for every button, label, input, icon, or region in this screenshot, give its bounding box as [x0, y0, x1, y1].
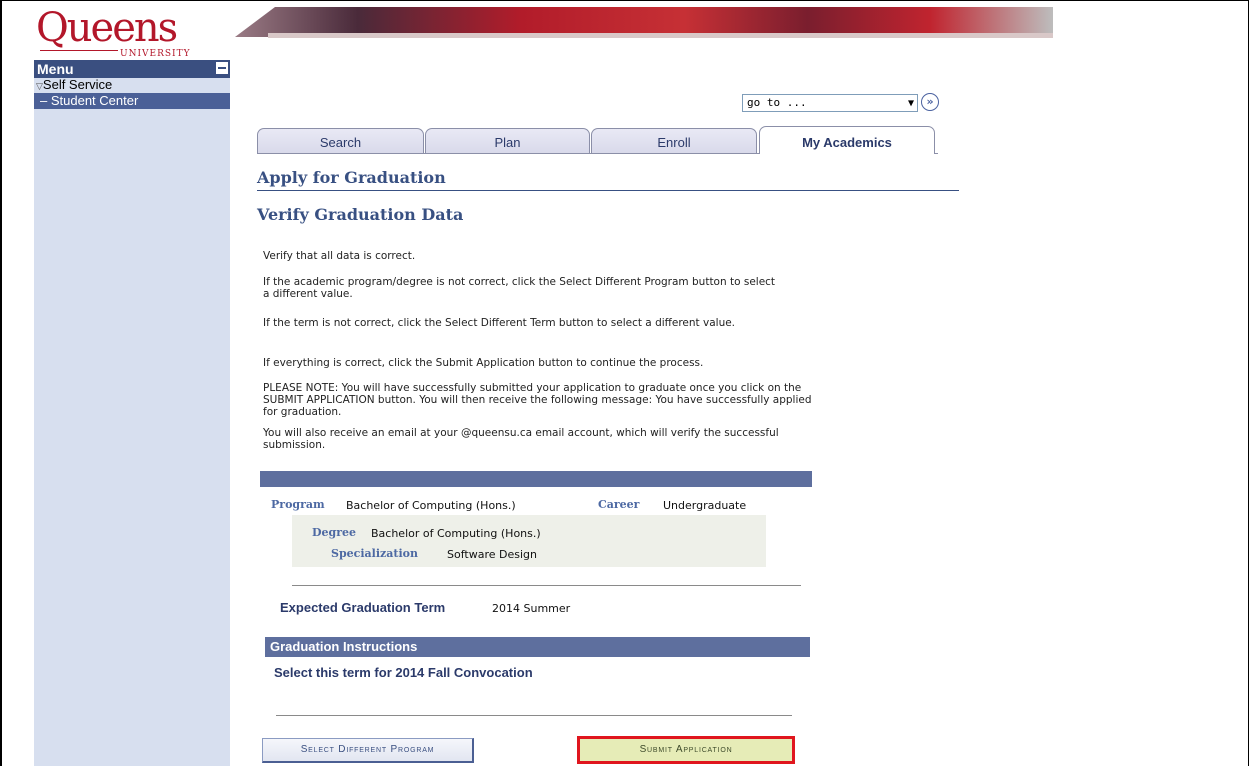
menu-title: Menu — [37, 61, 74, 77]
menu-item-label: Student Center — [50, 93, 139, 108]
goto-select[interactable]: go to ... ▼ — [742, 94, 918, 112]
specialization-value: Software Design — [447, 548, 537, 561]
logo-subtitle: UNIVERSITY — [120, 49, 191, 59]
goto-value: go to ... — [747, 96, 807, 109]
menu-section-self-service[interactable]: ▽Self Service — [34, 78, 230, 93]
select-different-program-button[interactable]: Select Different Program — [262, 738, 474, 763]
title-divider — [257, 190, 959, 191]
page-subtitle: Verify Graduation Data — [257, 205, 464, 224]
banner-stripe — [268, 33, 1053, 38]
divider — [292, 585, 801, 586]
divider — [276, 715, 792, 716]
specialization-label: Specialization — [331, 547, 418, 560]
queens-logo[interactable]: Queens UNIVERSITY — [30, 6, 200, 60]
instruction-submit: If everything is correct, click the Subm… — [263, 357, 704, 369]
degree-label: Degree — [312, 526, 357, 539]
tab-baseline — [257, 153, 759, 154]
logo-rule — [40, 50, 118, 51]
please-note-text: PLEASE NOTE: You will have successfully … — [263, 382, 812, 418]
instruction-term: If the term is not correct, click the Se… — [263, 317, 736, 329]
program-label: Program — [271, 498, 325, 511]
graduation-instructions-header: Graduation Instructions — [265, 637, 810, 657]
goto-button[interactable]: » — [921, 93, 939, 111]
graduation-instructions-text: Select this term for 2014 Fall Convocati… — [274, 665, 533, 680]
degree-value: Bachelor of Computing (Hons.) — [371, 527, 541, 540]
career-value: Undergraduate — [663, 499, 747, 512]
dropdown-arrow-icon: ▼ — [907, 98, 914, 109]
menu-section-label: Self Service — [42, 77, 113, 92]
sidebar-menu: Menu ▽Self Service – Student Center — [34, 60, 230, 766]
career-label: Career — [598, 498, 640, 511]
email-note-text: You will also receive an email at your @… — [263, 427, 779, 451]
graduation-term-label: Expected Graduation Term — [280, 600, 446, 615]
program-value: Bachelor of Computing (Hons.) — [346, 499, 516, 512]
tab-baseline-right — [934, 153, 938, 154]
collapse-icon[interactable] — [216, 62, 228, 74]
tab-enroll[interactable]: Enroll — [591, 128, 757, 154]
instruction-verify: Verify that all data is correct. — [263, 250, 416, 262]
menu-item-dash: – — [40, 93, 51, 108]
submit-application-button[interactable]: Submit Application — [577, 736, 795, 764]
logo-wordmark: Queens — [36, 5, 178, 51]
expand-triangle-icon: ▽ — [36, 81, 43, 91]
graduation-term-value: 2014 Summer — [492, 602, 571, 615]
tab-my-academics[interactable]: My Academics — [759, 126, 935, 154]
instruction-program: If the academic program/degree is not co… — [263, 276, 776, 300]
tab-search[interactable]: Search — [257, 128, 424, 154]
program-header-bar — [260, 471, 812, 487]
tab-plan[interactable]: Plan — [425, 128, 590, 154]
menu-header: Menu — [34, 60, 230, 78]
menu-item-student-center[interactable]: – Student Center — [34, 93, 230, 109]
page-title: Apply for Graduation — [257, 168, 446, 187]
